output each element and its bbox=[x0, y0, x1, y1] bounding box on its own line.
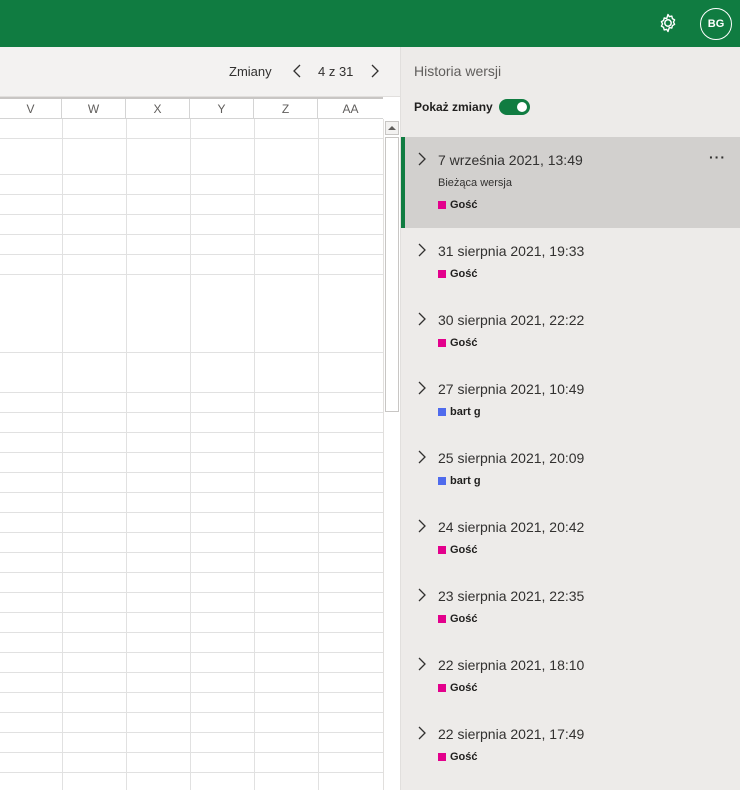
version-date: 23 sierpnia 2021, 22:35 bbox=[438, 588, 585, 604]
app-header: BG bbox=[0, 0, 740, 47]
change-counter: 4 z 31 bbox=[318, 64, 354, 79]
author-name: Gość bbox=[450, 613, 478, 625]
more-options-icon[interactable]: ··· bbox=[709, 149, 726, 165]
version-author: bart g bbox=[438, 475, 481, 487]
author-name: Gość bbox=[450, 268, 478, 280]
column-header-z[interactable]: Z bbox=[254, 99, 318, 119]
column-header-x[interactable]: X bbox=[126, 99, 190, 119]
scrollbar-thumb[interactable] bbox=[385, 137, 399, 412]
author-name: Gość bbox=[450, 751, 478, 763]
version-date: 22 sierpnia 2021, 17:49 bbox=[438, 726, 585, 742]
author-color-swatch bbox=[438, 684, 446, 692]
version-item[interactable]: 22 sierpnia 2021, 18:10 Gość bbox=[401, 642, 740, 711]
version-date: 22 sierpnia 2021, 18:10 bbox=[438, 657, 585, 673]
author-name: Gość bbox=[450, 544, 478, 556]
author-color-swatch bbox=[438, 546, 446, 554]
version-author: Gość bbox=[438, 337, 478, 349]
version-author: Gość bbox=[438, 268, 478, 280]
chevron-right-icon[interactable] bbox=[417, 657, 427, 671]
version-author: Gość bbox=[438, 751, 478, 763]
panel-title: Historia wersji bbox=[414, 63, 502, 79]
column-header-w[interactable]: W bbox=[62, 99, 126, 119]
author-color-swatch bbox=[438, 408, 446, 416]
version-list: 7 września 2021, 13:49 ··· Bieżąca wersj… bbox=[401, 137, 740, 780]
author-name: Gość bbox=[450, 337, 478, 349]
author-name: Gość bbox=[450, 682, 478, 694]
version-item[interactable]: 30 sierpnia 2021, 22:22 Gość bbox=[401, 297, 740, 366]
show-changes-row: Pokaż zmiany bbox=[414, 97, 530, 117]
show-changes-toggle[interactable] bbox=[498, 99, 530, 115]
column-header-v[interactable]: V bbox=[0, 99, 62, 119]
version-item-current[interactable]: 7 września 2021, 13:49 ··· Bieżąca wersj… bbox=[401, 137, 740, 228]
author-color-swatch bbox=[438, 753, 446, 761]
version-history-panel: Historia wersji Pokaż zmiany 7 września … bbox=[400, 47, 740, 790]
version-subtitle: Bieżąca wersja bbox=[438, 177, 512, 189]
version-author: bart g bbox=[438, 406, 481, 418]
version-item[interactable]: 31 sierpnia 2021, 19:33 Gość bbox=[401, 228, 740, 297]
version-author: Gość bbox=[438, 682, 478, 694]
spreadsheet-area: Zmiany 4 z 31 V W X Y Z AA bbox=[0, 47, 400, 790]
chevron-right-icon[interactable] bbox=[417, 726, 427, 740]
version-date: 30 sierpnia 2021, 22:22 bbox=[438, 312, 585, 328]
version-author: Gość bbox=[438, 613, 478, 625]
chevron-right-icon[interactable] bbox=[417, 588, 427, 602]
version-date: 25 sierpnia 2021, 20:09 bbox=[438, 450, 585, 466]
previous-change-icon[interactable] bbox=[289, 61, 305, 81]
next-change-icon[interactable] bbox=[367, 61, 383, 81]
scroll-up-button[interactable] bbox=[385, 121, 399, 135]
author-color-swatch bbox=[438, 339, 446, 347]
version-item[interactable]: 27 sierpnia 2021, 10:49 bart g bbox=[401, 366, 740, 435]
version-item[interactable]: 24 sierpnia 2021, 20:42 Gość bbox=[401, 504, 740, 573]
version-author: Gość bbox=[438, 199, 478, 211]
toggle-knob bbox=[516, 102, 527, 112]
version-date: 24 sierpnia 2021, 20:42 bbox=[438, 519, 585, 535]
chevron-right-icon[interactable] bbox=[417, 450, 427, 464]
author-name: bart g bbox=[450, 406, 481, 418]
chevron-right-icon[interactable] bbox=[417, 152, 427, 166]
author-color-swatch bbox=[438, 270, 446, 278]
version-date: 31 sierpnia 2021, 19:33 bbox=[438, 243, 585, 259]
version-author: Gość bbox=[438, 544, 478, 556]
version-date: 27 sierpnia 2021, 10:49 bbox=[438, 381, 585, 397]
avatar[interactable]: BG bbox=[700, 8, 732, 40]
gear-icon[interactable] bbox=[656, 11, 680, 35]
column-header-y[interactable]: Y bbox=[190, 99, 254, 119]
chevron-right-icon[interactable] bbox=[417, 381, 427, 395]
version-item[interactable]: 23 sierpnia 2021, 22:35 Gość bbox=[401, 573, 740, 642]
version-item[interactable]: 25 sierpnia 2021, 20:09 bart g bbox=[401, 435, 740, 504]
column-header-aa[interactable]: AA bbox=[318, 99, 383, 119]
author-color-swatch bbox=[438, 477, 446, 485]
version-item[interactable]: 22 sierpnia 2021, 17:49 Gość bbox=[401, 711, 740, 780]
author-color-swatch bbox=[438, 615, 446, 623]
caret-up-icon bbox=[388, 126, 396, 130]
author-color-swatch bbox=[438, 201, 446, 209]
cell-grid[interactable] bbox=[0, 119, 383, 790]
chevron-right-icon[interactable] bbox=[417, 519, 427, 533]
chevron-right-icon[interactable] bbox=[417, 243, 427, 257]
column-headers: V W X Y Z AA bbox=[0, 97, 383, 119]
vertical-scrollbar[interactable] bbox=[383, 119, 400, 790]
author-name: Gość bbox=[450, 199, 478, 211]
version-date: 7 września 2021, 13:49 bbox=[438, 152, 583, 168]
author-name: bart g bbox=[450, 475, 481, 487]
changes-label: Zmiany bbox=[229, 64, 272, 79]
show-changes-label: Pokaż zmiany bbox=[414, 100, 493, 114]
chevron-right-icon[interactable] bbox=[417, 312, 427, 326]
changes-bar: Zmiany 4 z 31 bbox=[0, 47, 400, 97]
